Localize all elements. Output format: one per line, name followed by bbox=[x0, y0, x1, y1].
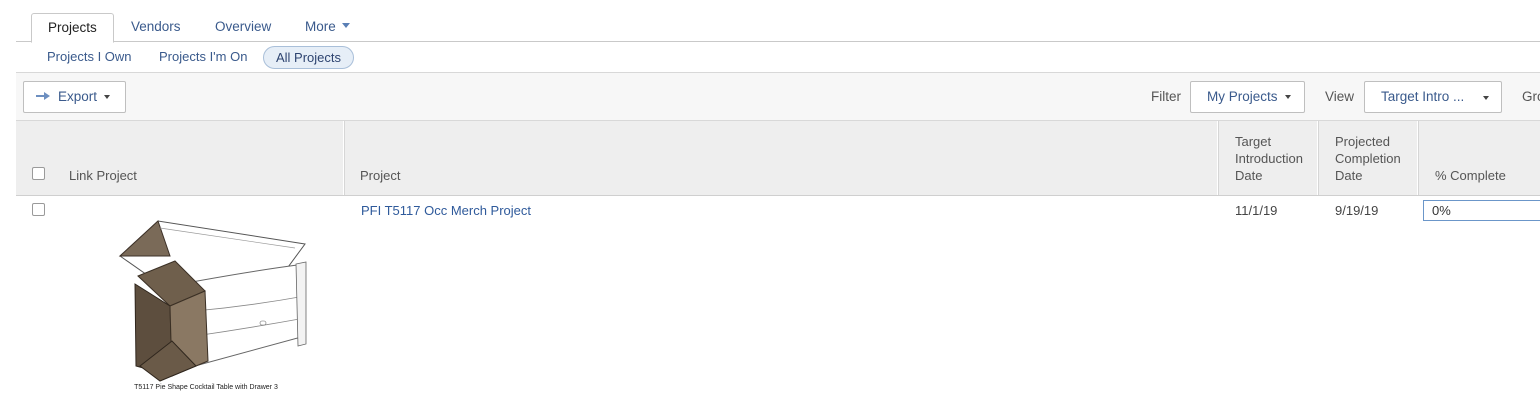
caret-down-icon bbox=[1284, 95, 1291, 100]
col-target-intro-line2: Introduction bbox=[1235, 151, 1303, 166]
col-link-project[interactable]: Link Project bbox=[69, 167, 137, 184]
caret-down-icon bbox=[341, 22, 350, 28]
col-percent-complete[interactable]: % Complete bbox=[1435, 167, 1506, 184]
table-row: T5117 Pie Shape Cocktail Table with Draw… bbox=[16, 196, 1540, 412]
col-projected-line1: Projected bbox=[1335, 134, 1390, 149]
col-target-intro-line1: Target bbox=[1235, 134, 1272, 149]
row-checkbox[interactable] bbox=[32, 203, 45, 216]
subtab-projects-i-own[interactable]: Projects I Own bbox=[47, 46, 132, 69]
col-target-intro-line3: Date bbox=[1235, 168, 1263, 183]
column-divider bbox=[1317, 121, 1318, 195]
filter-label: Filter bbox=[1151, 89, 1181, 104]
col-projected-line3: Date bbox=[1335, 168, 1363, 183]
grid-header: Link Project Project Target Introduction… bbox=[16, 121, 1540, 196]
target-intro-date-cell: 11/1/19 bbox=[1235, 203, 1278, 218]
arrow-right-icon bbox=[36, 91, 50, 101]
subtab-projects-im-on[interactable]: Projects I'm On bbox=[159, 46, 247, 69]
select-all-checkbox[interactable] bbox=[32, 167, 45, 180]
product-thumbnail[interactable] bbox=[100, 216, 310, 396]
percent-complete-input[interactable]: 0% bbox=[1423, 200, 1540, 221]
tab-overview[interactable]: Overview bbox=[215, 13, 271, 42]
column-divider bbox=[1217, 121, 1218, 195]
col-target-intro-date[interactable]: Target Introduction Date bbox=[1235, 133, 1303, 184]
tab-more[interactable]: More bbox=[305, 13, 350, 42]
view-label: View bbox=[1325, 89, 1355, 104]
projected-completion-date-cell: 9/19/19 bbox=[1335, 203, 1379, 218]
column-divider bbox=[1417, 121, 1418, 195]
col-projected-line2: Completion bbox=[1335, 151, 1401, 166]
subtab-all-projects[interactable]: All Projects bbox=[263, 46, 355, 69]
col-project[interactable]: Project bbox=[360, 167, 400, 184]
export-label: Export bbox=[58, 89, 98, 104]
column-divider bbox=[343, 121, 344, 195]
caret-down-icon bbox=[1483, 96, 1489, 100]
group-label: Gro bbox=[1522, 89, 1540, 104]
caret-down-icon bbox=[104, 95, 111, 100]
filter-value: My Projects bbox=[1207, 89, 1278, 104]
view-dropdown[interactable]: Target Intro ... bbox=[1364, 81, 1502, 113]
tab-projects[interactable]: Projects bbox=[31, 13, 114, 43]
main-tabs: Projects Vendors Overview More bbox=[16, 13, 1540, 43]
tab-vendors[interactable]: Vendors bbox=[131, 13, 181, 42]
view-value: Target Intro ... bbox=[1381, 89, 1465, 104]
toolbar: Export Filter My Projects View Target In… bbox=[16, 73, 1540, 121]
image-caption: T5117 Pie Shape Cocktail Table with Draw… bbox=[134, 384, 278, 391]
filter-dropdown[interactable]: My Projects bbox=[1190, 81, 1305, 113]
tab-more-label: More bbox=[305, 19, 336, 34]
export-button[interactable]: Export bbox=[23, 81, 126, 113]
project-link[interactable]: PFI T5117 Occ Merch Project bbox=[361, 203, 531, 218]
sub-tabs: Projects I Own Projects I'm On All Proje… bbox=[16, 42, 1540, 73]
col-projected-completion-date[interactable]: Projected Completion Date bbox=[1335, 133, 1401, 184]
